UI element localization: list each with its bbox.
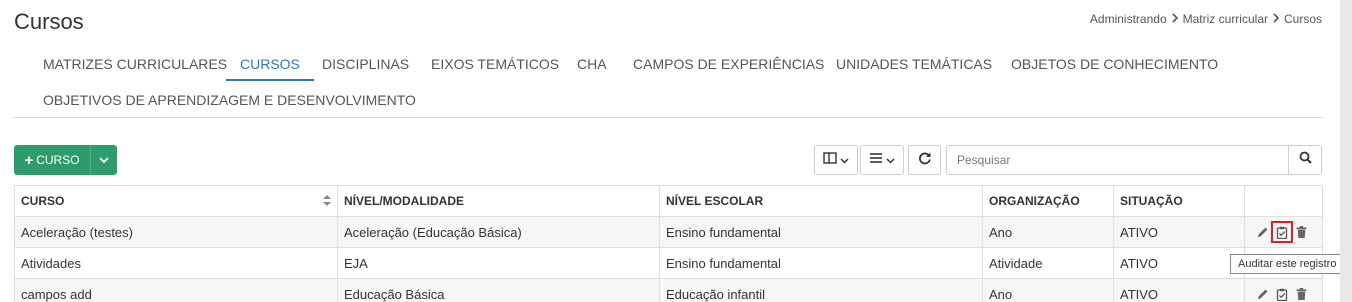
table-row[interactable]: Aceleração (testes) Aceleração (Educação… [14,216,1323,248]
search-icon [1299,151,1312,169]
tab-campos-de-experiencias[interactable]: CAMPOS DE EXPERIÊNCIAS [633,56,824,72]
search-box [946,145,1322,175]
list-icon [869,151,883,169]
page-title: Cursos [14,9,84,34]
table-row[interactable]: Atividades EJA Ensino fundamental Ativid… [14,247,1323,279]
cell-nivel-modalidade: Educação Básica [337,278,660,302]
chevron-right-icon [1171,12,1179,26]
pencil-icon[interactable] [1256,287,1270,301]
cell-nivel-modalidade: Aceleração (Educação Básica) [337,216,660,248]
columns-icon [823,151,837,169]
breadcrumb-item: Cursos [1283,12,1322,26]
cell-organizacao: Ano [982,278,1114,302]
cell-nivel-modalidade: EJA [337,247,660,279]
tab-objetivos-de-aprendizagem[interactable]: OBJETIVOS DE APRENDIZAGEM E DESENVOLVIME… [43,92,416,108]
search-input[interactable] [946,145,1288,175]
column-header-situacao: SITUAÇÃO [1113,185,1245,217]
trash-icon[interactable] [1294,287,1308,301]
audit-tooltip: Auditar este registro [1230,254,1345,274]
columns-toggle-button[interactable] [814,145,858,175]
cell-nivel-escolar: Ensino fundamental [659,216,983,248]
refresh-icon [918,151,932,170]
breadcrumb-item[interactable]: Administrando [1090,12,1167,26]
cell-situacao: ATIVO [1113,247,1245,279]
tab-unidades-tematicas[interactable]: UNIDADES TEMÁTICAS [836,56,992,72]
chevron-down-icon [886,151,895,169]
add-course-label: CURSO [36,153,80,167]
cell-actions [1244,216,1323,248]
column-header-organizacao: ORGANIZAÇÃO [982,185,1114,217]
cell-nivel-escolar: Educação infantil [659,278,983,302]
chevron-right-icon [1272,12,1280,26]
table-row[interactable]: campos add Educação Básica Educação infa… [14,278,1323,302]
breadcrumb: Administrando Matriz curricular Cursos [1090,12,1322,26]
chevron-down-icon [840,151,849,169]
cell-situacao: ATIVO [1113,278,1245,302]
column-header-curso[interactable]: CURSO [14,185,338,217]
trash-icon[interactable] [1294,225,1308,239]
cell-curso: Aceleração (testes) [14,216,338,248]
column-header-label: CURSO [21,194,65,208]
cell-curso: campos add [14,278,338,302]
tab-bar: MATRIZES CURRICULARES CURSOS DISCIPLINAS… [14,46,1322,118]
breadcrumb-item[interactable]: Matriz curricular [1183,12,1268,26]
add-options-dropdown[interactable] [91,145,117,175]
tab-cursos[interactable]: CURSOS [226,56,314,81]
column-header-nivel-modalidade: NÍVEL/MODALIDADE [337,185,660,217]
tab-eixos-tematicos[interactable]: EIXOS TEMÁTICOS [431,56,559,72]
cell-organizacao: Ano [982,216,1114,248]
tab-cha[interactable]: CHA [577,56,607,72]
column-header-actions [1244,185,1323,217]
tab-matrizes-curriculares[interactable]: MATRIZES CURRICULARES [43,56,227,72]
refresh-button[interactable] [908,145,941,175]
courses-table: CURSO NÍVEL/MODALIDADE NÍVEL ESCOLAR ORG… [14,185,1323,302]
list-options-button[interactable] [860,145,904,175]
cell-actions [1244,278,1323,302]
add-course-button-group: + CURSO [14,145,117,175]
column-header-nivel-escolar: NÍVEL ESCOLAR [659,185,983,217]
page-scrollbar[interactable] [1340,0,1352,302]
cell-curso: Atividades [14,247,338,279]
search-button[interactable] [1288,145,1322,175]
plus-icon: + [24,151,34,169]
chevron-down-icon [99,151,109,169]
pencil-icon[interactable] [1256,225,1270,239]
cell-nivel-escolar: Ensino fundamental [659,247,983,279]
tab-objetos-de-conhecimento[interactable]: OBJETOS DE CONHECIMENTO [1011,56,1218,72]
clipboard-check-icon[interactable] [1275,287,1289,301]
table-header-row: CURSO NÍVEL/MODALIDADE NÍVEL ESCOLAR ORG… [14,185,1323,217]
sort-icon[interactable] [323,195,331,209]
cell-situacao: ATIVO [1113,216,1245,248]
clipboard-check-icon[interactable] [1271,221,1293,243]
add-course-button[interactable]: + CURSO [14,145,91,175]
tab-disciplinas[interactable]: DISCIPLINAS [322,56,409,72]
cell-organizacao: Atividade [982,247,1114,279]
